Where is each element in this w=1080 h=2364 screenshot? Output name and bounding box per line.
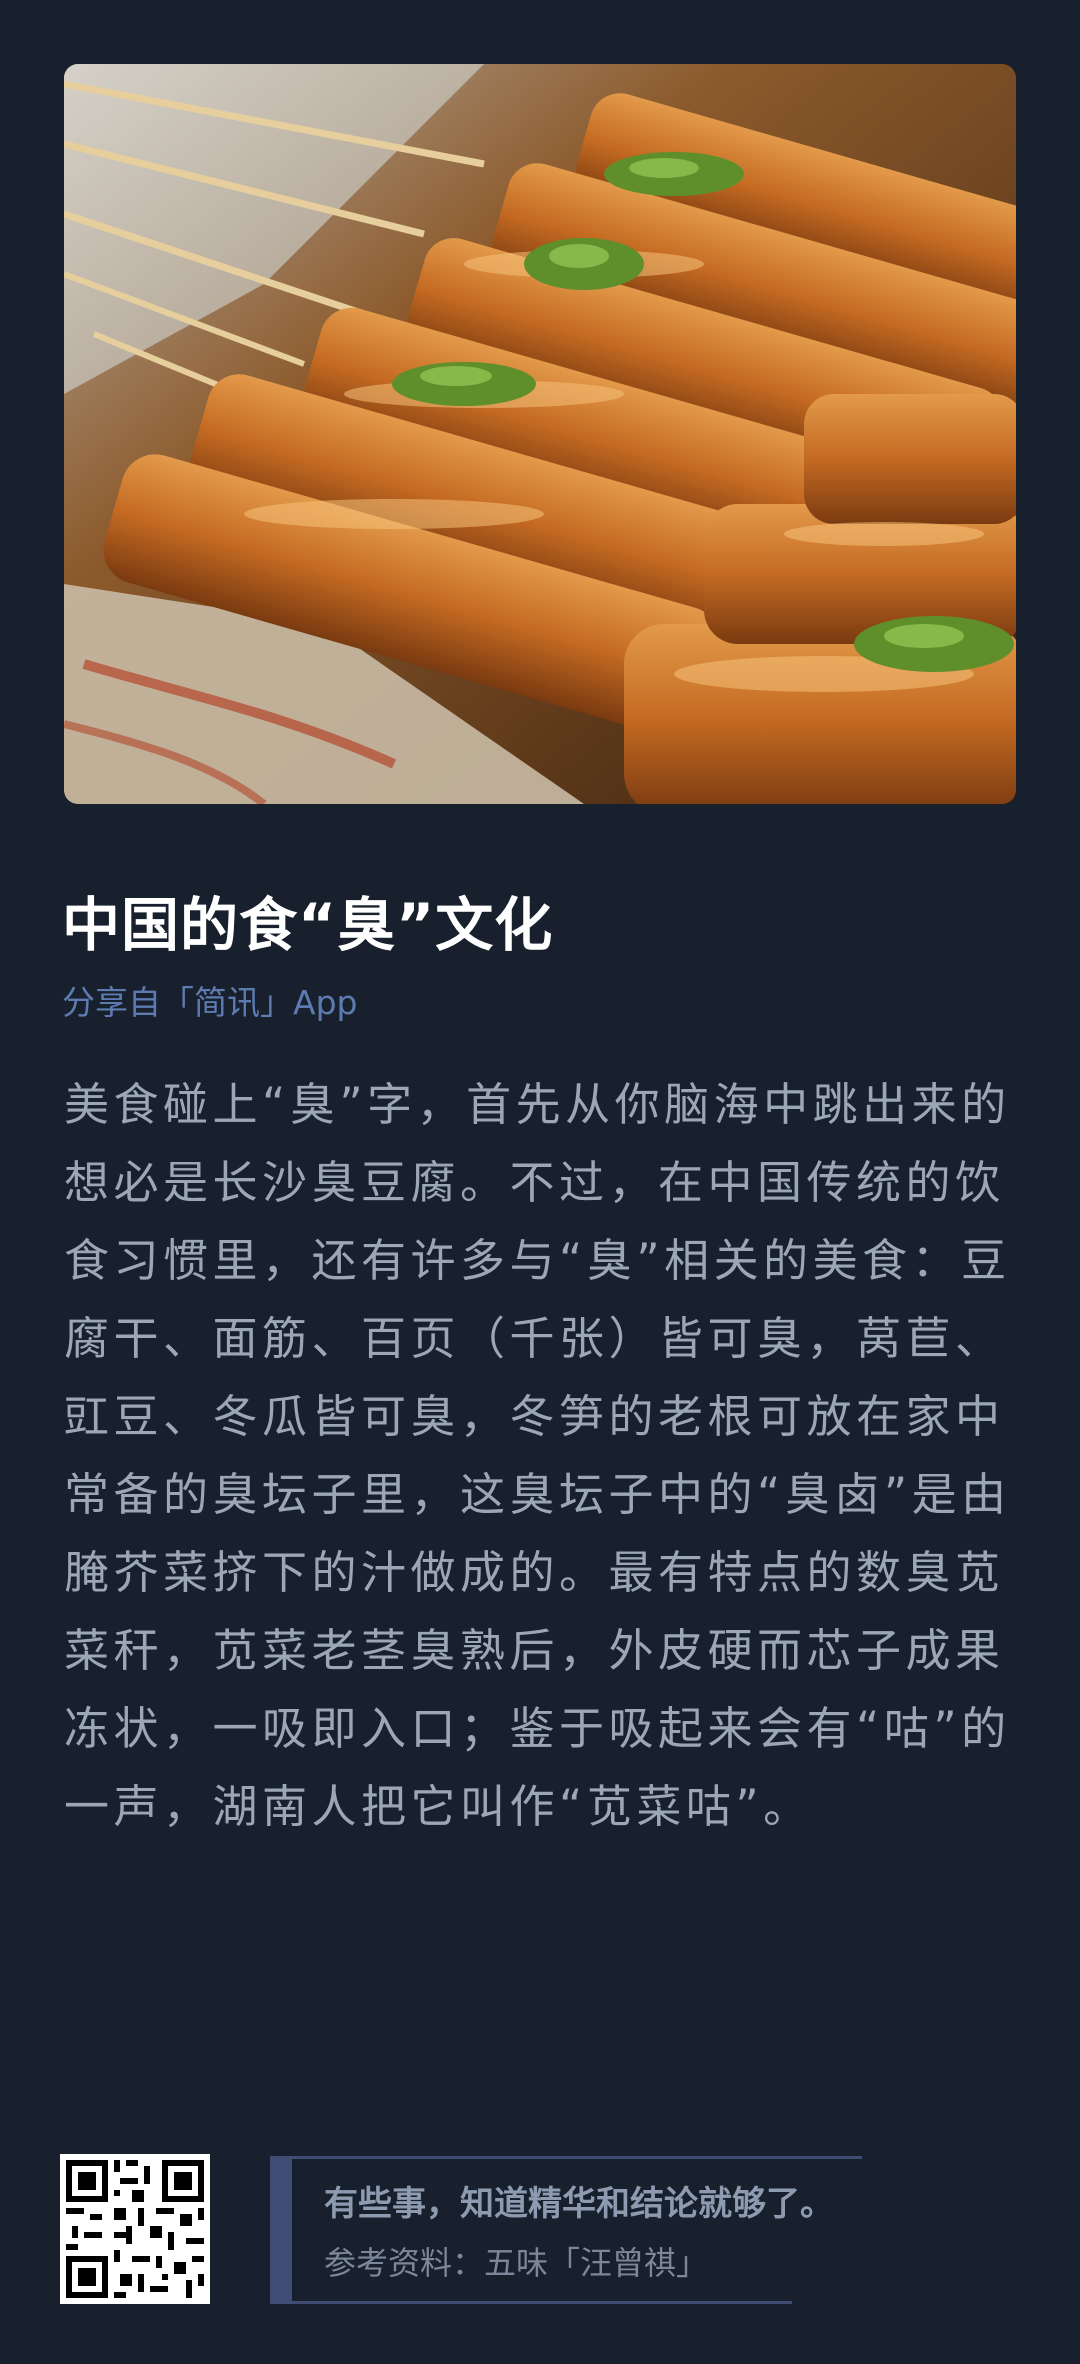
- quote-accent-bar: [270, 2156, 292, 2304]
- stinky-tofu-photo: [64, 64, 1016, 804]
- article-title: 中国的食“臭”文化: [62, 891, 554, 959]
- article-source: 分享自「简讯」App: [62, 983, 358, 1022]
- qr-code-icon: [60, 2154, 210, 2304]
- footer-tagline: 有些事，知道精华和结论就够了。: [324, 2184, 834, 2224]
- footer-reference: 参考资料：五味「汪曾祺」: [324, 2244, 709, 2282]
- quote-top-rule: [292, 2156, 862, 2159]
- qr-code[interactable]: [60, 2154, 210, 2304]
- footer-quote: 有些事，知道精华和结论就够了。 参考资料：五味「汪曾祺」: [270, 2156, 862, 2304]
- quote-bottom-rule: [292, 2301, 792, 2304]
- article-body: 美食碰上“臭”字，首先从你脑海中跳出来的想必是长沙臭豆腐。不过，在中国传统的饮食…: [64, 1078, 1011, 1833]
- hero-image: [64, 64, 1016, 804]
